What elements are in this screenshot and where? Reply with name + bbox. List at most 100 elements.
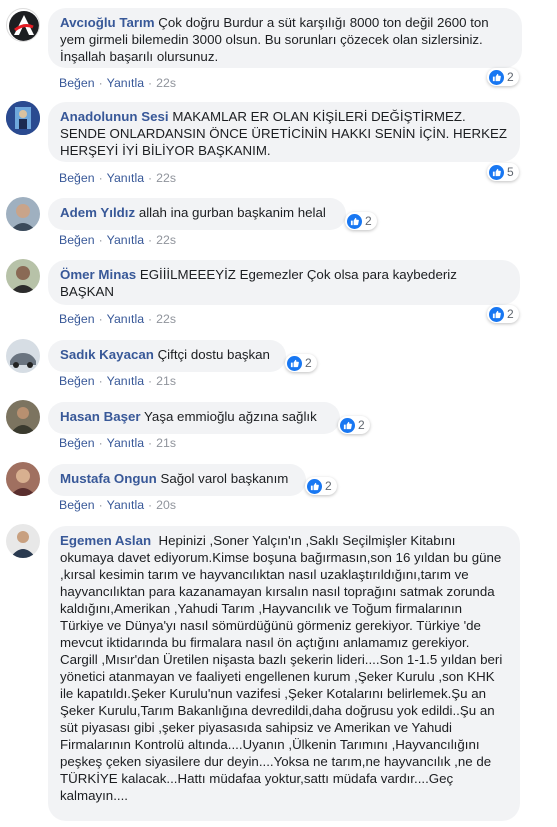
comment-text: Hepinizi ,Soner Yalçın'ın ,Saklı Seçilmi… xyxy=(60,533,503,803)
comment-time[interactable]: 22s xyxy=(156,312,176,326)
profile-photo-icon xyxy=(6,259,40,293)
comment-text: Çiftçi dostu başkan xyxy=(157,347,270,362)
comment-bubble: Sadık Kayacan Çiftçi dostu başkan xyxy=(48,340,286,372)
comment-time[interactable]: 22s xyxy=(156,76,176,90)
like-reaction-icon xyxy=(489,306,504,322)
reply-link[interactable]: Yanıtla xyxy=(107,233,144,247)
comment-time[interactable]: 22s xyxy=(156,171,176,185)
reaction-count[interactable]: 2 xyxy=(305,477,337,495)
profile-photo-icon xyxy=(6,524,40,558)
separator: · xyxy=(98,76,103,90)
avatar[interactable] xyxy=(6,8,40,42)
comment-author[interactable]: Adem Yıldız xyxy=(60,205,135,220)
comment-bubble: Mustafa Ongun Sağol varol başkanım xyxy=(48,464,306,496)
separator: · xyxy=(98,436,103,450)
separator: · xyxy=(148,436,153,450)
comment-author[interactable]: Ömer Minas xyxy=(60,267,136,282)
like-link[interactable]: Beğen xyxy=(59,374,95,388)
comment-actions: Beğen · Yanıtla · 22s xyxy=(59,312,176,326)
comment-time[interactable]: 22s xyxy=(156,233,176,247)
avatar[interactable] xyxy=(6,339,40,373)
reply-link[interactable]: Yanıtla xyxy=(107,76,144,90)
comment-text: allah ina gurban başkanim helal xyxy=(138,205,326,220)
like-link[interactable]: Beğen xyxy=(59,436,95,450)
comment-bubble: Hasan Başer Yaşa emmioğlu ağzına sağlık xyxy=(48,402,340,434)
separator: · xyxy=(98,233,103,247)
separator: · xyxy=(148,76,153,90)
separator: · xyxy=(148,171,153,185)
comment-text: Yaşa emmioğlu ağzına sağlık xyxy=(144,409,317,424)
like-link[interactable]: Beğen xyxy=(59,312,95,326)
like-link[interactable]: Beğen xyxy=(59,76,95,90)
reaction-count-value: 2 xyxy=(305,356,312,370)
comment-actions: Beğen · Yanıtla · 20s xyxy=(59,498,176,512)
profile-photo-icon xyxy=(6,101,40,135)
avatar[interactable] xyxy=(6,197,40,231)
separator: · xyxy=(98,374,103,388)
profile-photo-icon xyxy=(6,462,40,496)
profile-photo-icon xyxy=(6,197,40,231)
reaction-count-value: 2 xyxy=(365,214,372,228)
reaction-count-value: 2 xyxy=(507,307,514,321)
reaction-count[interactable]: 2 xyxy=(345,212,377,230)
like-link[interactable]: Beğen xyxy=(59,233,95,247)
avatar[interactable] xyxy=(6,259,40,293)
comment-bubble: Anadolunun Sesi MAKAMLAR ER OLAN KİŞİLER… xyxy=(48,102,520,162)
like-reaction-icon xyxy=(307,478,322,494)
avatar[interactable] xyxy=(6,524,40,558)
reaction-count[interactable]: 2 xyxy=(487,68,519,86)
avatar[interactable] xyxy=(6,462,40,496)
like-reaction-icon xyxy=(287,355,302,371)
comment-author[interactable]: Hasan Başer xyxy=(60,409,141,424)
like-reaction-icon xyxy=(489,164,504,180)
comment-actions: Beğen · Yanıtla · 22s xyxy=(59,171,176,185)
like-link[interactable]: Beğen xyxy=(59,498,95,512)
reaction-count-value: 2 xyxy=(325,479,332,493)
comment-actions: Beğen · Yanıtla · 21s xyxy=(59,436,176,450)
separator: · xyxy=(148,233,153,247)
comment-author[interactable]: Sadık Kayacan xyxy=(60,347,154,362)
comment-actions: Beğen · Yanıtla · 22s xyxy=(59,76,176,90)
comment-bubble: Egemen Aslan Hepinizi ,Soner Yalçın'ın ,… xyxy=(48,526,520,821)
like-reaction-icon xyxy=(347,213,362,229)
reply-link[interactable]: Yanıtla xyxy=(107,171,144,185)
separator: · xyxy=(148,374,153,388)
comment-author[interactable]: Avcıoğlu Tarım xyxy=(60,15,155,30)
reply-link[interactable]: Yanıtla xyxy=(107,312,144,326)
reaction-count-value: 5 xyxy=(507,165,514,179)
comment-bubble: Adem Yıldız allah ina gurban başkanim he… xyxy=(48,198,346,230)
separator: · xyxy=(98,312,103,326)
reaction-count[interactable]: 2 xyxy=(338,416,370,434)
comment-author[interactable]: Egemen Aslan xyxy=(60,533,151,548)
comment-actions: Beğen · Yanıtla · 22s xyxy=(59,233,176,247)
separator: · xyxy=(148,498,153,512)
like-reaction-icon xyxy=(340,417,355,433)
reaction-count-value: 2 xyxy=(507,70,514,84)
separator: · xyxy=(98,171,103,185)
comment-time[interactable]: 21s xyxy=(156,436,176,450)
comment-bubble: Avcıoğlu Tarım Çok doğru Burdur a süt ka… xyxy=(48,8,522,68)
comment-bubble: Ömer Minas EGİİİLMEEEYİZ Egemezler Çok o… xyxy=(48,260,520,305)
reply-link[interactable]: Yanıtla xyxy=(107,498,144,512)
like-link[interactable]: Beğen xyxy=(59,171,95,185)
profile-photo-icon xyxy=(6,339,40,373)
profile-photo-icon xyxy=(6,400,40,434)
comment-author[interactable]: Anadolunun Sesi xyxy=(60,109,169,124)
comment-time[interactable]: 21s xyxy=(156,374,176,388)
brand-logo-icon xyxy=(9,11,39,41)
comment-actions: Beğen · Yanıtla · 21s xyxy=(59,374,176,388)
reaction-count[interactable]: 5 xyxy=(487,163,519,181)
separator: · xyxy=(148,312,153,326)
reply-link[interactable]: Yanıtla xyxy=(107,374,144,388)
avatar[interactable] xyxy=(6,101,40,135)
reply-link[interactable]: Yanıtla xyxy=(107,436,144,450)
reaction-count[interactable]: 2 xyxy=(487,305,519,323)
reaction-count-value: 2 xyxy=(358,418,365,432)
comment-text: Sağol varol başkanım xyxy=(160,471,289,486)
like-reaction-icon xyxy=(489,69,504,85)
separator: · xyxy=(98,498,103,512)
comment-time[interactable]: 20s xyxy=(156,498,176,512)
avatar[interactable] xyxy=(6,400,40,434)
reaction-count[interactable]: 2 xyxy=(285,354,317,372)
comment-author[interactable]: Mustafa Ongun xyxy=(60,471,157,486)
